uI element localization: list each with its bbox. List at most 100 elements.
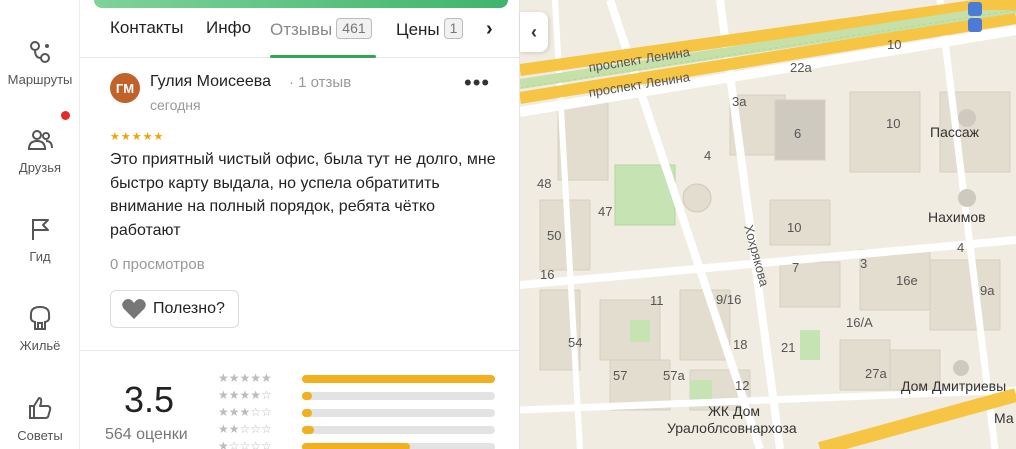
building-number: 12: [735, 378, 750, 393]
rating-bar-stars: ★☆☆☆☆: [218, 439, 272, 449]
building-number: 48: [537, 176, 552, 191]
building-number: 16/A: [846, 315, 873, 330]
building-number: 21: [781, 340, 796, 355]
routes-icon: [30, 41, 50, 63]
rating-bar-track: [302, 409, 495, 417]
rail-item-tips[interactable]: Советы: [0, 394, 80, 443]
left-rail: Маршруты Друзья Гид Жильё Советы: [0, 0, 80, 449]
housing-icon: [29, 305, 51, 330]
building-number: 9/16: [716, 292, 742, 307]
rating-bar-2: ★★☆☆☆: [218, 423, 498, 437]
review-text: Это приятный чистый офис, была тут не до…: [110, 151, 496, 239]
friends-icon: [27, 130, 53, 150]
rating-bar-stars: ★★★★☆: [218, 388, 272, 402]
helpful-button-label: Полезно?: [153, 300, 225, 317]
review-date: сегодня: [150, 97, 201, 113]
rating-bar-fill: [302, 392, 312, 400]
notification-dot: [61, 111, 70, 120]
building-number: 10: [886, 116, 901, 131]
heart-icon: [122, 299, 146, 319]
tab-contacts[interactable]: Контакты: [110, 18, 183, 38]
building-number: 3: [860, 256, 868, 271]
rating-bar-4: ★★★★☆: [218, 389, 498, 403]
tab-bar: Контакты Инфо Отзывы 461 Цены 1 ›: [80, 12, 519, 58]
poi-zhk-dom[interactable]: ЖК Дом: [708, 403, 760, 419]
tabs-next-arrow-icon[interactable]: ›: [486, 18, 493, 41]
building-number: 27a: [865, 366, 887, 381]
tab-prices-badge: 1: [443, 18, 464, 39]
rating-bar-3: ★★★☆☆: [218, 406, 498, 420]
rating-bar-fill: [302, 375, 495, 383]
poi-nakhimov[interactable]: Нахимов: [928, 209, 986, 225]
poi-passage[interactable]: Пассаж: [930, 124, 979, 140]
review-author-count: · 1 отзыв: [289, 74, 352, 91]
active-tab-underline: [270, 55, 376, 58]
review-author-name[interactable]: Гулия Моисеева: [150, 73, 271, 91]
rating-count: 564 оценки: [105, 426, 188, 443]
rating-bar-fill: [302, 426, 314, 434]
building-number: 22a: [790, 60, 812, 75]
building-number: 7: [792, 260, 800, 275]
rating-bar-1: ★☆☆☆☆: [218, 440, 498, 449]
building-number: 3a: [732, 94, 747, 109]
tab-reviews[interactable]: Отзывы 461: [270, 18, 372, 40]
rail-label-routes: Маршруты: [7, 72, 73, 87]
tab-prices-label: Цены: [396, 20, 440, 39]
collapse-panel-button[interactable]: ‹: [520, 12, 548, 52]
poi-uraloblsovnarkhoza[interactable]: Уралоблсовнархоза: [667, 420, 797, 436]
building-number: 16: [540, 267, 555, 282]
poi-dom-dmitrievy[interactable]: Дом Дмитриевы: [901, 378, 1006, 394]
rail-item-routes[interactable]: Маршруты: [0, 38, 80, 87]
rail-label-guide: Гид: [29, 249, 51, 264]
building-number: 54: [568, 335, 583, 350]
rating-bar-stars: ★★★★★: [218, 371, 272, 385]
building-number: 57a: [663, 368, 685, 383]
review-stars: ★★★★★: [110, 131, 165, 143]
rating-bar-stars: ★★★☆☆: [218, 405, 272, 419]
building-number: 50: [547, 228, 562, 243]
building-number: 11: [650, 293, 664, 308]
app-root: Маршруты Друзья Гид Жильё Советы Контакт…: [0, 0, 1016, 449]
building-number: 6: [794, 126, 802, 141]
rating-bar-fill: [302, 443, 411, 449]
rail-label-tips: Советы: [17, 428, 63, 443]
building-number: 16e: [896, 273, 918, 288]
rating-bar-stars: ★★☆☆☆: [218, 422, 272, 436]
building-number: 10: [787, 220, 802, 235]
building-number: 4: [957, 240, 965, 255]
rating-bar-track: [302, 426, 495, 434]
tab-info[interactable]: Инфо: [206, 18, 251, 38]
rail-item-housing[interactable]: Жильё: [0, 304, 80, 353]
building-number: 47: [598, 204, 613, 219]
building-number: 18: [733, 337, 748, 352]
helpful-button[interactable]: Полезно?: [110, 290, 239, 328]
rating-bar-fill: [302, 409, 312, 417]
building-number: 9a: [980, 283, 995, 298]
thumbs-up-icon: [29, 397, 52, 419]
review-views: 0 просмотров: [110, 256, 205, 273]
section-divider: [80, 350, 519, 351]
chevron-left-icon: ‹: [531, 21, 537, 42]
tab-reviews-label: Отзывы: [270, 20, 333, 39]
avatar[interactable]: ГМ: [110, 73, 140, 103]
tab-reviews-badge: 461: [336, 18, 372, 39]
more-options-icon[interactable]: •••: [464, 72, 490, 94]
map-view[interactable]: проспект Ленина проспект Ленина Хохряков…: [520, 0, 1016, 449]
building-number: 4: [704, 148, 712, 163]
rail-item-friends[interactable]: Друзья: [0, 126, 80, 175]
rating-bar-track: [302, 375, 495, 383]
rail-item-guide[interactable]: Гид: [0, 215, 80, 264]
rail-label-housing: Жильё: [19, 338, 61, 353]
rating-bar-track: [302, 392, 495, 400]
rating-bar-5: ★★★★★: [218, 372, 498, 386]
rail-label-friends: Друзья: [18, 160, 62, 175]
tab-prices[interactable]: Цены 1: [396, 18, 464, 40]
panel-header-strip: [94, 0, 508, 8]
guide-flag-icon: [32, 219, 49, 240]
building-number: 10: [887, 37, 902, 52]
rating-bar-track: [302, 443, 495, 449]
building-number: 57: [613, 368, 628, 383]
street-label-partial: Ма: [994, 410, 1014, 426]
business-panel: Контакты Инфо Отзывы 461 Цены 1 › ГМ Гулия…: [80, 0, 520, 449]
rating-value: 3.5: [124, 379, 175, 420]
